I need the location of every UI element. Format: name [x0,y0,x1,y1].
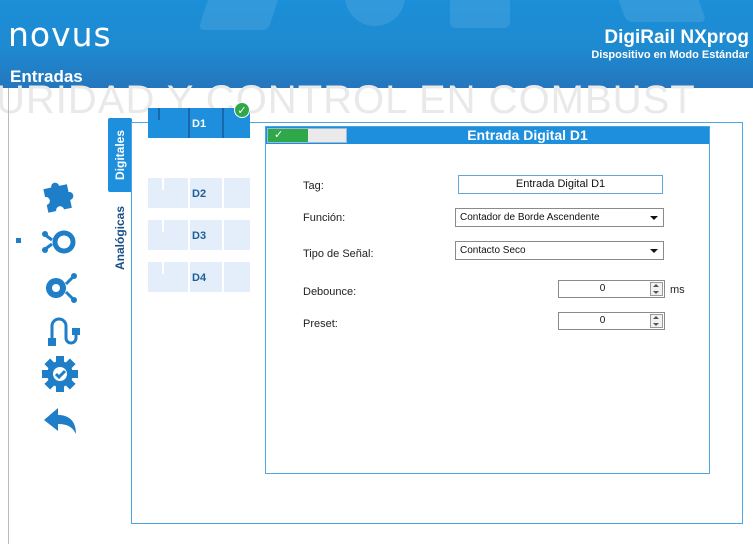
tipo-senal-select[interactable]: Contacto Seco [455,241,664,260]
spin-up-icon [653,316,659,319]
funcion-select[interactable]: Contador de Borde Ascendente [455,208,664,227]
funcion-label: Función: [303,212,346,224]
spin-down-icon [653,323,659,326]
usb-cable-icon[interactable] [40,308,80,348]
background-watermark: URIDAD Y CONTROL EN COMBUST [0,78,696,122]
header-decoration [450,0,510,28]
product-name: DigiRail NXprog [604,27,749,48]
tag-input[interactable]: Entrada Digital D1 [458,175,663,194]
debounce-label: Debounce: [303,286,357,298]
header-decoration [345,0,405,26]
input-card-d2[interactable]: D2 [148,178,250,208]
sidebar-divider [8,88,9,544]
spin-buttons[interactable] [650,282,663,296]
card-decoration [162,262,164,274]
back-arrow-icon[interactable] [40,400,80,440]
card-decoration [162,220,164,232]
preset-label: Preset: [303,318,338,330]
debounce-unit: ms [670,284,685,296]
input-card-label: D3 [192,230,207,242]
input-card-label: D4 [192,272,207,284]
card-decoration [222,108,224,138]
enable-toggle[interactable]: ✓ [267,128,347,143]
header-decoration [198,0,282,30]
app-header: novus Entradas DigiRail NXprog Dispositi… [0,0,753,88]
debounce-value: 0 [599,283,606,294]
chevron-down-icon [650,249,658,253]
debounce-stepper[interactable]: 0 [558,280,665,298]
card-decoration [188,108,190,138]
panel-title-bar: ✓ Entrada Digital D1 [266,127,709,144]
preset-value: 0 [599,315,606,326]
nav-selected-indicator [16,238,21,243]
input-card-label: D2 [192,188,207,200]
spin-buttons[interactable] [650,314,663,328]
preset-stepper[interactable]: 0 [558,312,665,330]
card-decoration [188,220,190,250]
chevron-down-icon [650,216,658,220]
panel-title: Entrada Digital D1 [467,127,588,143]
gear-check-icon[interactable] [40,352,80,392]
device-mode: Dispositivo en Modo Estándar [591,49,749,61]
tab-digitales-label: Digitales [113,129,127,181]
tag-label: Tag: [303,180,324,192]
card-decoration [158,108,160,120]
output-gear-icon[interactable] [40,264,80,304]
input-card-d4[interactable]: D4 [148,262,250,292]
tab-analogicas-label: Analógicas [113,205,127,271]
tab-analogicas[interactable]: Analógicas [108,196,132,280]
spin-up-icon [653,284,659,287]
tipo-senal-label: Tipo de Señal: [303,248,374,260]
puzzle-icon[interactable] [40,176,80,216]
card-decoration [188,262,190,292]
tipo-senal-value: Contacto Seco [460,245,526,256]
card-decoration [222,220,224,250]
input-card-label: D1 [192,118,207,130]
funcion-value: Contador de Borde Ascendente [460,212,600,223]
input-sensor-icon[interactable] [40,220,80,260]
card-decoration [222,178,224,208]
configured-check-icon: ✓ [234,102,250,118]
tab-digitales[interactable]: Digitales [108,118,132,192]
input-card-d3[interactable]: D3 [148,220,250,250]
card-decoration [222,262,224,292]
toggle-on-check-icon: ✓ [268,129,308,142]
header-decoration [613,0,707,22]
toggle-off-area [308,129,346,142]
spin-down-icon [653,291,659,294]
card-decoration [188,178,190,208]
card-decoration [162,178,164,190]
input-card-d1[interactable]: D1 ✓ [148,102,250,138]
novus-logo: novus [8,15,112,54]
